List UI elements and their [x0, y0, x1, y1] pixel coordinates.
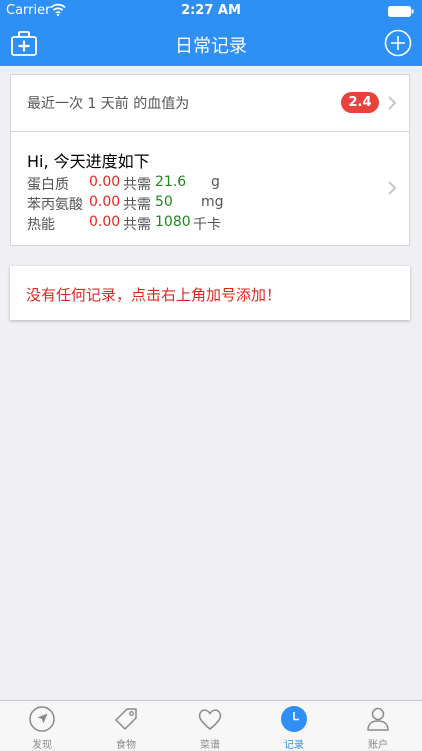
tab-label: 发现 [32, 740, 52, 751]
tab-recipes[interactable]: 菜谱 [168, 701, 252, 751]
nutrient-unit: mg [201, 194, 224, 210]
tab-label: 菜谱 [200, 740, 220, 751]
nutrient-need-label: 共需 [123, 217, 151, 233]
add-circle-icon[interactable] [384, 29, 412, 57]
nutrient-current: 0.00 [89, 174, 121, 190]
nutrient-current: 0.00 [89, 214, 121, 230]
tab-account[interactable]: 账户 [336, 701, 420, 751]
nutrient-unit: g [211, 174, 220, 190]
tab-discover[interactable]: 发现 [0, 701, 84, 751]
chevron-right-icon [388, 96, 397, 110]
nutrient-target: 50 [155, 194, 173, 210]
nutrient-target: 1080 [155, 214, 191, 230]
tab-label: 记录 [284, 740, 304, 751]
nutrient-name: 蛋白质 [27, 177, 69, 193]
last-blood-row[interactable]: 最近一次 1 天前 的血值为 2.4 [11, 75, 409, 132]
tag-icon [115, 708, 137, 730]
progress-greeting: Hi, 今天进度如下 [27, 152, 150, 171]
top-bar: Carrier 2:27 AM 日常记录 [0, 0, 422, 66]
summary-card: 最近一次 1 天前 的血值为 2.4 Hi, 今天进度如下 蛋白质 0.00 共… [10, 74, 410, 246]
nutrient-current: 0.00 [89, 194, 121, 210]
status-time: 2:27 AM [181, 3, 241, 18]
tab-label: 食物 [116, 740, 136, 751]
nutrient-name: 苯丙氨酸 [27, 197, 83, 213]
nutrient-row-energy: 热能 0.00 共需 1080 千卡 [27, 214, 397, 234]
nutrient-need-label: 共需 [123, 197, 151, 213]
nutrient-need-label: 共需 [123, 177, 151, 193]
empty-state-message: 没有任何记录，点击右上角加号添加！ [26, 286, 282, 304]
tab-label: 账户 [368, 740, 388, 751]
tab-food[interactable]: 食物 [84, 701, 168, 751]
status-bar: Carrier 2:27 AM [0, 0, 422, 22]
nutrient-unit: 千卡 [193, 217, 221, 233]
chevron-right-icon [388, 181, 397, 195]
heart-icon [198, 709, 222, 730]
tab-bar: 发现 食物 菜谱 记录 账户 [0, 700, 422, 751]
compass-icon [29, 706, 55, 732]
last-blood-text: 最近一次 1 天前 的血值为 [27, 96, 190, 112]
empty-state-card: 没有任何记录，点击右上角加号添加！ [10, 266, 410, 320]
progress-row[interactable]: Hi, 今天进度如下 蛋白质 0.00 共需 21.6 g 苯丙氨酸 0.00 … [11, 132, 409, 246]
nutrient-target: 21.6 [155, 174, 187, 190]
tab-records[interactable]: 记录 [252, 701, 336, 751]
nutrient-name: 热能 [27, 217, 55, 233]
nutrient-row-phenylalanine: 苯丙氨酸 0.00 共需 50 mg [27, 194, 397, 214]
person-icon [367, 707, 389, 731]
page-title: 日常记录 [175, 36, 247, 57]
nutrient-row-protein: 蛋白质 0.00 共需 21.6 g [27, 174, 397, 194]
battery-icon [388, 6, 414, 17]
clock-icon [281, 706, 307, 732]
navigation-bar: 日常记录 [0, 22, 422, 66]
blood-value-badge: 2.4 [341, 92, 379, 113]
